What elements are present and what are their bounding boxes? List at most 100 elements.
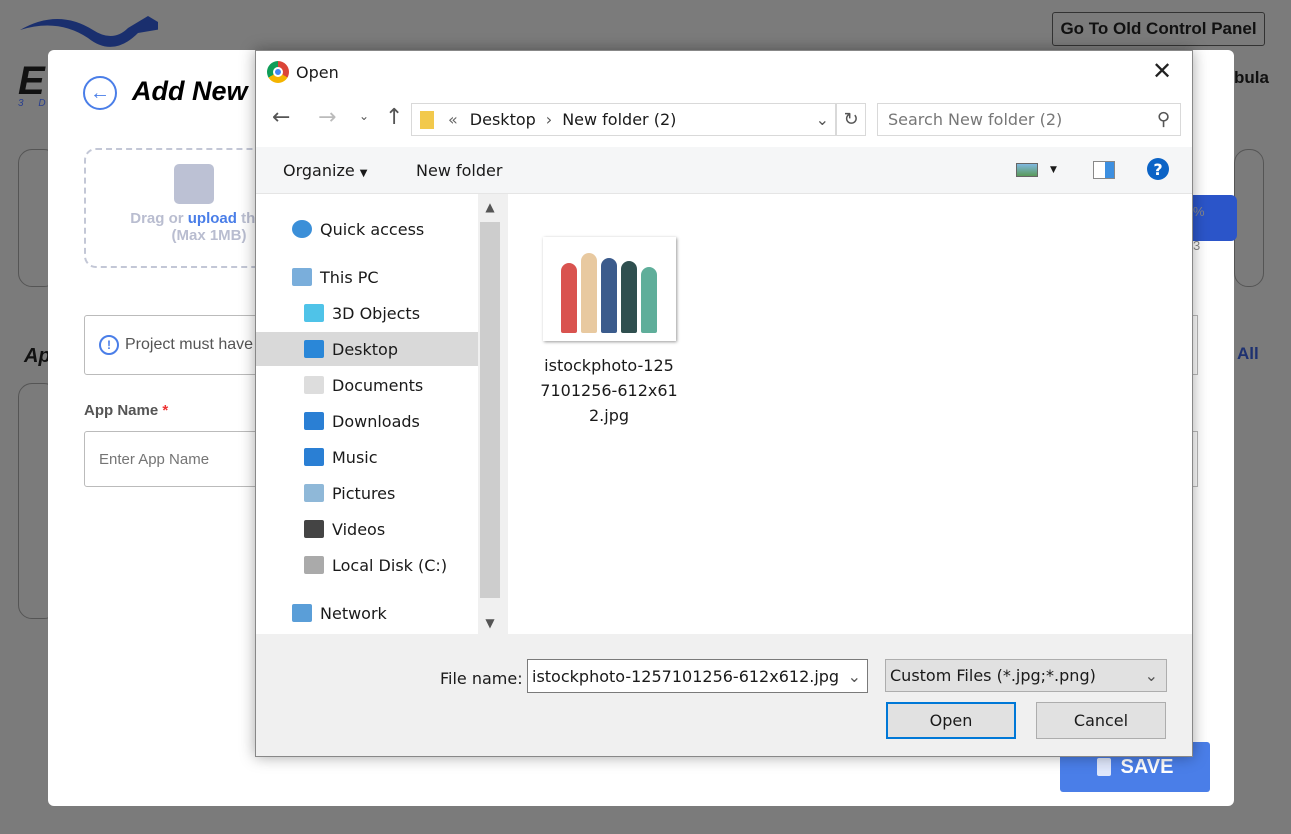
notice-text: Project must have (125, 336, 254, 353)
help-icon: ? (1153, 159, 1163, 179)
search-input[interactable]: Search New folder (2) ⚲ (877, 103, 1181, 136)
stat-fragment: % (1193, 204, 1205, 219)
nav-item-label: 3D Objects (332, 303, 421, 323)
nav-item-label: Pictures (332, 483, 396, 503)
nav-item-this-pc[interactable]: This PC (256, 260, 478, 294)
refresh-button[interactable]: ↻ (836, 103, 866, 136)
view-icon (1016, 163, 1038, 177)
old-control-panel-label: Go To Old Control Panel (1060, 19, 1257, 38)
nav-item-label: Desktop (332, 339, 398, 359)
forward-nav-button[interactable]: → (318, 105, 336, 130)
download-icon (304, 412, 324, 430)
back-nav-button[interactable]: ← (272, 105, 290, 130)
recent-dropdown-icon[interactable]: ⌄ (359, 109, 369, 123)
file-name-value: istockphoto-1257101256-612x612.jpg (532, 666, 840, 686)
required-mark: * (162, 402, 169, 419)
search-placeholder: Search New folder (2) (888, 110, 1063, 129)
chevron-down-icon: ⌄ (1144, 666, 1158, 685)
modal-title: Add New (132, 76, 248, 106)
music-icon (304, 448, 324, 466)
nav-item-music[interactable]: Music (256, 440, 478, 474)
nav-item-3d-objects[interactable]: 3D Objects (256, 296, 478, 330)
nav-item-network[interactable]: Network (256, 596, 478, 630)
star-icon (292, 220, 312, 238)
file-name-line: istockphoto-125 (544, 356, 674, 375)
back-button[interactable]: ← (83, 76, 117, 110)
save-label: SAVE (1120, 755, 1174, 778)
image-thumbnail (542, 237, 676, 341)
file-type-select[interactable]: Custom Files (*.jpg;*.png) ⌄ (885, 659, 1167, 692)
pictures-icon (304, 484, 324, 502)
up-button[interactable]: ↑ (385, 105, 403, 130)
breadcrumb-folder[interactable]: New folder (2) (562, 110, 676, 129)
address-bar[interactable]: « Desktop › New folder (2) ⌄ (411, 103, 836, 136)
organize-label: Organize (283, 161, 355, 180)
cube-icon (304, 304, 324, 322)
nav-item-label: Documents (332, 375, 424, 395)
old-control-panel-button[interactable]: Go To Old Control Panel (1052, 12, 1265, 46)
nav-item-label: Downloads (332, 411, 420, 431)
file-name-line: 2.jpg (588, 406, 630, 425)
computer-icon (292, 268, 312, 286)
close-icon: ✕ (1152, 57, 1173, 85)
new-folder-button[interactable]: New folder (416, 161, 502, 180)
nav-item-local-disk-c[interactable]: Local Disk (C:) (256, 548, 478, 582)
file-type-value: Custom Files (*.jpg;*.png) (890, 666, 1096, 685)
nav-item-desktop[interactable]: Desktop (256, 332, 478, 366)
nav-item-documents[interactable]: Documents (256, 368, 478, 402)
user-name: bula (1234, 68, 1269, 87)
file-name-label: File name: (440, 669, 523, 688)
image-icon (174, 164, 214, 204)
upload-text: Drag or (130, 210, 188, 227)
cancel-label: Cancel (1073, 711, 1129, 730)
nav-item-quick-access[interactable]: Quick access (256, 212, 478, 246)
file-name-input[interactable]: istockphoto-1257101256-612x612.jpg ⌄ (527, 659, 868, 693)
arrow-left-icon: ← (90, 81, 110, 104)
open-file-dialog: Open ✕ ← → ⌄ ↑ « Desktop › New folder (2… (255, 50, 1193, 757)
document-icon (304, 376, 324, 394)
chevron-down-icon[interactable]: ⌄ (816, 110, 829, 129)
preview-pane-button[interactable] (1093, 161, 1115, 179)
refresh-icon: ↻ (843, 109, 859, 130)
nav-scrollbar[interactable]: ▲ ▼ (478, 194, 502, 634)
upload-link[interactable]: upload (188, 210, 237, 227)
bg-card-right (1234, 149, 1264, 287)
app-name-label: App Name (84, 402, 159, 419)
view-options-button[interactable]: ▼ (1016, 163, 1057, 177)
nav-item-label: Network (320, 603, 387, 623)
search-icon: ⚲ (1156, 109, 1170, 130)
desktop-icon (304, 340, 324, 358)
dialog-title: Open (296, 63, 339, 82)
nav-item-label: Quick access (320, 219, 425, 239)
open-button[interactable]: Open (886, 702, 1016, 739)
nav-item-label: Local Disk (C:) (332, 555, 448, 575)
see-all-link[interactable]: All (1237, 344, 1259, 364)
dialog-footer: File name: istockphoto-1257101256-612x61… (256, 634, 1192, 756)
chrome-icon (267, 61, 289, 83)
nav-item-pictures[interactable]: Pictures (256, 476, 478, 510)
nav-item-label: Videos (332, 519, 386, 539)
nav-item-videos[interactable]: Videos (256, 512, 478, 546)
chevron-down-icon[interactable]: ⌄ (848, 667, 861, 686)
toolbar: Organize ▼ New folder ▼ ? (256, 147, 1192, 194)
save-icon (1096, 758, 1111, 776)
disk-icon (304, 556, 324, 574)
nav-item-label: This PC (320, 267, 379, 287)
videos-icon (304, 520, 324, 538)
file-item[interactable]: istockphoto-125 7101256-612x61 2.jpg (536, 237, 682, 428)
folder-icon (420, 110, 434, 129)
stat-fragment: 3 (1193, 238, 1201, 253)
navigation-pane: Quick access This PC 3D Objects Desktop Docu… (256, 194, 502, 634)
close-button[interactable]: ✕ (1152, 57, 1172, 85)
nav-scrollbar-thumb[interactable] (480, 222, 500, 598)
section-title: Ap (24, 345, 51, 367)
info-icon: ! (99, 335, 119, 355)
breadcrumb-desktop[interactable]: Desktop (470, 110, 536, 129)
organize-button[interactable]: Organize ▼ (283, 161, 367, 180)
network-icon (292, 604, 312, 622)
cancel-button[interactable]: Cancel (1036, 702, 1166, 739)
nav-item-label: Music (332, 447, 378, 467)
help-button[interactable]: ? (1147, 158, 1169, 180)
open-label: Open (929, 711, 973, 730)
nav-item-downloads[interactable]: Downloads (256, 404, 478, 438)
